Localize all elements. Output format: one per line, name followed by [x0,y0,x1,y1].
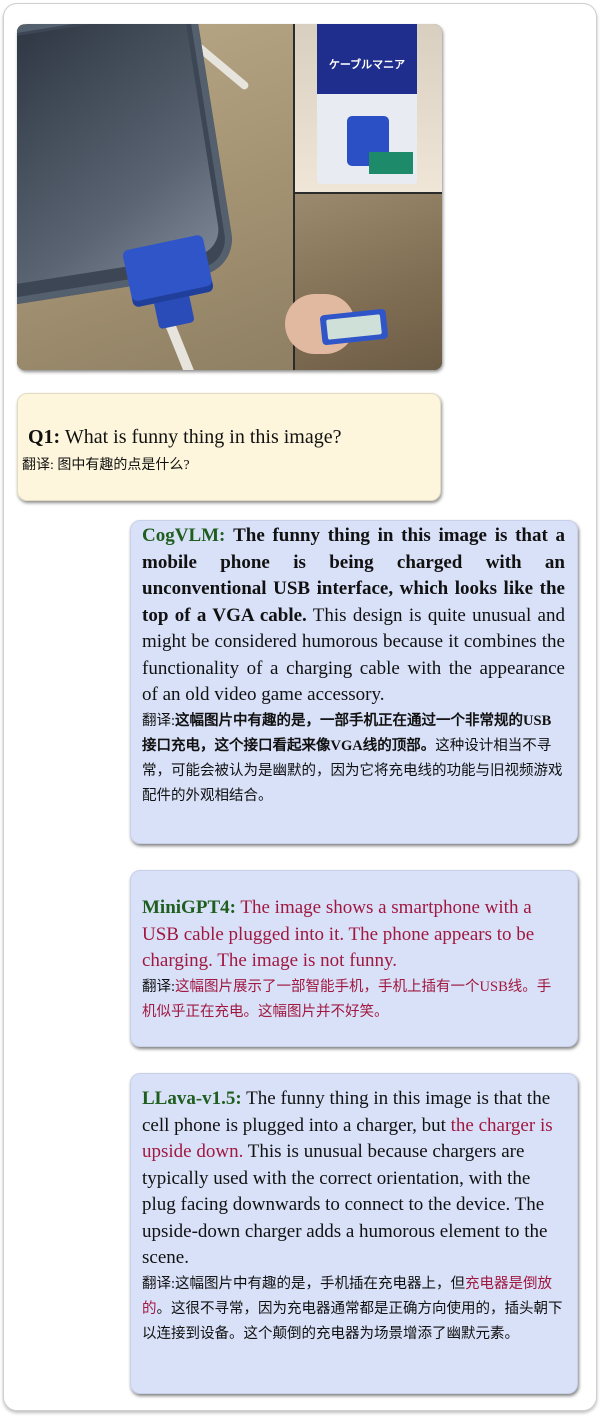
translation-label: 翻译: [142,978,176,995]
translation-text-continued: 。这很不寻常，因为充电器通常都是正确方向使用的，插头朝下以连接到设备。这个颠倒的… [142,1300,563,1342]
model-name: CogVLM: [142,525,226,546]
connector-closeup-photo [285,194,442,370]
question-label: Q1: [28,426,61,448]
translation-label: 翻译: [142,1275,176,1292]
model-name: MiniGPT4: [142,897,236,918]
translation-label: 翻译: [22,458,54,473]
package-title: ケーブルマニア [328,58,406,71]
package-photo: ケーブルマニア [295,24,442,192]
answer-card-minigpt4: MiniGPT4: The image shows a smartphone w… [130,870,578,1047]
model-name: LLava-v1.5: [142,1088,242,1109]
answer-card-cogvlm: CogVLM: The funny thing in this image is… [130,520,578,844]
translation-text: 这幅图片中有趣的是，手机插在充电器上，但 [175,1275,466,1292]
question-text: What is funny thing in this image? [64,426,342,448]
translation-text-hallucination: 这幅图片展示了一部智能手机，手机上插有一个USB线。手机似乎正在充电。这幅图片并… [142,978,552,1020]
question-card: Q1: What is funny thing in this image? 翻… [17,393,441,501]
input-image: ケーブルマニア [17,24,442,370]
phone-photo [17,24,293,370]
question-translation: 图中有趣的点是什么? [57,458,190,473]
translation-label: 翻译: [142,712,176,729]
answer-card-llava: LLava-v1.5: The funny thing in this imag… [130,1073,578,1394]
